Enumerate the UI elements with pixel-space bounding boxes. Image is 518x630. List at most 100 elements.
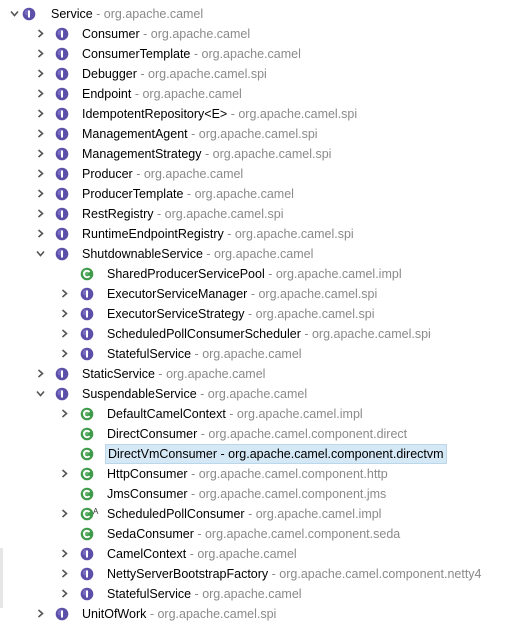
tree-row[interactable]: StatefulService - org.apache.camel	[0, 584, 518, 604]
tree-row[interactable]: Consumer - org.apache.camel	[0, 24, 518, 44]
tree-item-label[interactable]: JmsConsumer - org.apache.camel.component…	[105, 484, 388, 504]
tree-row[interactable]: DefaultCamelContext - org.apache.camel.i…	[0, 404, 518, 424]
tree-row[interactable]: IdempotentRepository<E> - org.apache.cam…	[0, 104, 518, 124]
collapse-arrow-icon[interactable]	[34, 84, 46, 104]
tree-item-label[interactable]: RuntimeEndpointRegistry - org.apache.cam…	[80, 224, 356, 244]
tree-row[interactable]: Endpoint - org.apache.camel	[0, 84, 518, 104]
tree-row[interactable]: Debugger - org.apache.camel.spi	[0, 64, 518, 84]
tree-row[interactable]: UnitOfWork - org.apache.camel.spi	[0, 604, 518, 624]
collapse-arrow-icon[interactable]	[58, 464, 70, 484]
collapse-arrow-icon[interactable]	[58, 584, 70, 604]
collapse-arrow-icon[interactable]	[34, 224, 46, 244]
tree-row[interactable]: ShutdownableService - org.apache.camel	[0, 244, 518, 264]
tree-row[interactable]: JmsConsumer - org.apache.camel.component…	[0, 484, 518, 504]
tree-row[interactable]: StaticService - org.apache.camel	[0, 364, 518, 384]
collapse-arrow-icon[interactable]	[34, 24, 46, 44]
tree-item-label[interactable]: DefaultCamelContext - org.apache.camel.i…	[105, 404, 365, 424]
separator: -	[197, 427, 209, 441]
collapse-arrow-icon[interactable]	[34, 604, 46, 624]
tree-row[interactable]: ExecutorServiceManager - org.apache.came…	[0, 284, 518, 304]
tree-row[interactable]: SharedProducerServicePool - org.apache.c…	[0, 264, 518, 284]
tree-item-label[interactable]: StaticService - org.apache.camel	[80, 364, 267, 384]
interface-icon	[22, 7, 36, 21]
separator: -	[217, 447, 229, 461]
collapse-arrow-icon[interactable]	[58, 344, 70, 364]
collapse-arrow-icon[interactable]	[34, 104, 46, 124]
tree-row[interactable]: ManagementStrategy - org.apache.camel.sp…	[0, 144, 518, 164]
tree-item-label[interactable]: UnitOfWork - org.apache.camel.spi	[80, 604, 278, 624]
tree-row[interactable]: RestRegistry - org.apache.camel.spi	[0, 204, 518, 224]
tree-item-label[interactable]: DirectVmConsumer - org.apache.camel.comp…	[105, 444, 447, 464]
tree-item-label[interactable]: ProducerTemplate - org.apache.camel	[80, 184, 296, 204]
tree-row[interactable]: ExecutorServiceStrategy - org.apache.cam…	[0, 304, 518, 324]
tree-row[interactable]: DirectVmConsumer - org.apache.camel.comp…	[0, 444, 518, 464]
tree-item-label[interactable]: HttpConsumer - org.apache.camel.componen…	[105, 464, 390, 484]
tree-row[interactable]: Producer - org.apache.camel	[0, 164, 518, 184]
collapse-arrow-icon[interactable]	[58, 544, 70, 564]
type-name: ManagementAgent	[82, 127, 188, 141]
tree-item-label[interactable]: ExecutorServiceStrategy - org.apache.cam…	[105, 304, 377, 324]
interface-icon	[80, 347, 94, 361]
tree-row[interactable]: CamelContext - org.apache.camel	[0, 544, 518, 564]
collapse-arrow-icon[interactable]	[58, 564, 70, 584]
tree-row[interactable]: RuntimeEndpointRegistry - org.apache.cam…	[0, 224, 518, 244]
tree-row[interactable]: A ScheduledPollConsumer - org.apache.came…	[0, 504, 518, 524]
tree-item-label[interactable]: ScheduledPollConsumer - org.apache.camel…	[105, 504, 383, 524]
tree-row[interactable]: Service - org.apache.camel	[0, 4, 518, 24]
expand-arrow-icon[interactable]	[34, 384, 46, 404]
tree-row[interactable]: SuspendableService - org.apache.camel	[0, 384, 518, 404]
tree-item-label[interactable]: ScheduledPollConsumerScheduler - org.apa…	[105, 324, 433, 344]
tree-item-label[interactable]: ManagementStrategy - org.apache.camel.sp…	[80, 144, 333, 164]
expand-arrow-icon[interactable]	[8, 4, 20, 24]
collapse-arrow-icon[interactable]	[34, 44, 46, 64]
tree-item-label[interactable]: ConsumerTemplate - org.apache.camel	[80, 44, 303, 64]
collapse-arrow-icon[interactable]	[58, 324, 70, 344]
tree-row[interactable]: NettyServerBootstrapFactory - org.apache…	[0, 564, 518, 584]
tree-row[interactable]: HttpConsumer - org.apache.camel.componen…	[0, 464, 518, 484]
expand-arrow-icon[interactable]	[34, 244, 46, 264]
tree-row[interactable]: ConsumerTemplate - org.apache.camel	[0, 44, 518, 64]
interface-icon	[80, 327, 94, 341]
tree-row[interactable]: DirectConsumer - org.apache.camel.compon…	[0, 424, 518, 444]
separator: -	[300, 327, 312, 341]
tree-item-label[interactable]: ShutdownableService - org.apache.camel	[80, 244, 315, 264]
tree-item-label[interactable]: SharedProducerServicePool - org.apache.c…	[105, 264, 404, 284]
type-name: ExecutorServiceStrategy	[107, 307, 245, 321]
tree-item-label[interactable]: DirectConsumer - org.apache.camel.compon…	[105, 424, 409, 444]
tree-item-label[interactable]: Debugger - org.apache.camel.spi	[80, 64, 269, 84]
tree-item-label[interactable]: NettyServerBootstrapFactory - org.apache…	[105, 564, 484, 584]
tree-row[interactable]: StatefulService - org.apache.camel	[0, 344, 518, 364]
collapse-arrow-icon[interactable]	[58, 284, 70, 304]
tree-item-label[interactable]: IdempotentRepository<E> - org.apache.cam…	[80, 104, 359, 124]
collapse-arrow-icon[interactable]	[34, 64, 46, 84]
tree-item-label[interactable]: SedaConsumer - org.apache.camel.componen…	[105, 524, 402, 544]
collapse-arrow-icon[interactable]	[34, 144, 46, 164]
collapse-arrow-icon[interactable]	[34, 124, 46, 144]
tree-item-label[interactable]: StatefulService - org.apache.camel	[105, 584, 304, 604]
tree-row[interactable]: ScheduledPollConsumerScheduler - org.apa…	[0, 324, 518, 344]
collapse-arrow-icon[interactable]	[34, 184, 46, 204]
tree-row[interactable]: SedaConsumer - org.apache.camel.componen…	[0, 524, 518, 544]
tree-item-label[interactable]: Consumer - org.apache.camel	[80, 24, 252, 44]
tree-item-label[interactable]: Producer - org.apache.camel	[80, 164, 245, 184]
collapse-arrow-icon[interactable]	[34, 204, 46, 224]
tree-item-label[interactable]: ExecutorServiceManager - org.apache.came…	[105, 284, 379, 304]
collapse-arrow-icon[interactable]	[58, 404, 70, 424]
class-icon	[80, 267, 94, 281]
tree-item-label[interactable]: Service - org.apache.camel	[49, 4, 205, 24]
tree-item-label[interactable]: SuspendableService - org.apache.camel	[80, 384, 309, 404]
collapse-arrow-icon[interactable]	[34, 364, 46, 384]
type-hierarchy-tree[interactable]: Service - org.apache.camel Consumer - org…	[0, 0, 518, 630]
tree-item-label[interactable]: Endpoint - org.apache.camel	[80, 84, 244, 104]
collapse-arrow-icon[interactable]	[58, 504, 70, 524]
tree-item-label[interactable]: ManagementAgent - org.apache.camel.spi	[80, 124, 320, 144]
collapse-arrow-icon[interactable]	[34, 164, 46, 184]
tree-item-label[interactable]: RestRegistry - org.apache.camel.spi	[80, 204, 285, 224]
collapse-arrow-icon[interactable]	[58, 304, 70, 324]
tree-item-label[interactable]: StatefulService - org.apache.camel	[105, 344, 304, 364]
tree-item-label[interactable]: CamelContext - org.apache.camel	[105, 544, 299, 564]
tree-row[interactable]: ProducerTemplate - org.apache.camel	[0, 184, 518, 204]
tree-row[interactable]: ManagementAgent - org.apache.camel.spi	[0, 124, 518, 144]
package-name: org.apache.camel.spi	[258, 287, 378, 301]
interface-icon	[55, 247, 69, 261]
